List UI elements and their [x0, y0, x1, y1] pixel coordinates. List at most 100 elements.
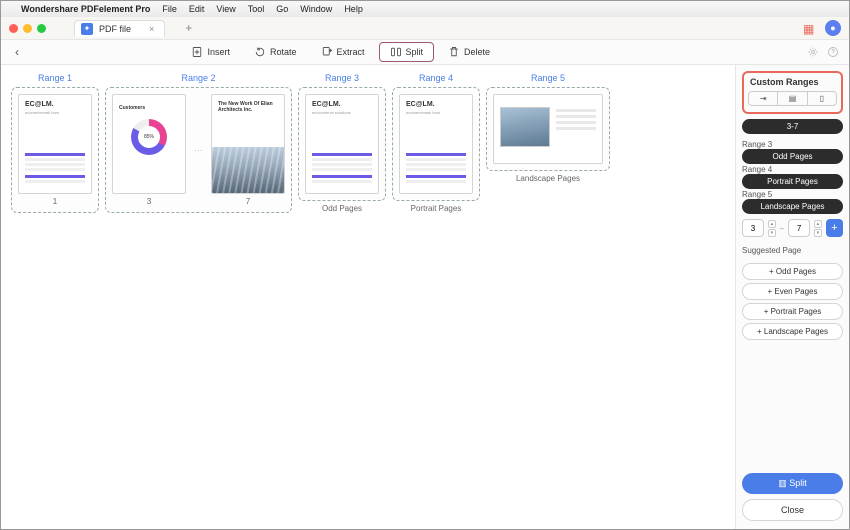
help-icon[interactable]: [827, 46, 839, 58]
extract-icon: [321, 46, 333, 58]
range-dash: –: [780, 224, 784, 233]
extract-button[interactable]: Extract: [311, 42, 375, 62]
range-box[interactable]: EC@LM.ecocomerce solutions: [298, 87, 386, 201]
page-thumb[interactable]: EC@LM.ecomercemak hors: [399, 94, 473, 194]
rotate-icon: [254, 46, 266, 58]
close-tab-icon[interactable]: ×: [149, 24, 154, 34]
zoom-window-icon[interactable]: [37, 24, 46, 33]
split-icon: [390, 46, 402, 58]
page-thumb-col: EC@LM.ecomercemak hors: [399, 94, 473, 194]
suggested-page-button[interactable]: + Portrait Pages: [742, 303, 843, 320]
range-group[interactable]: Range 5Landscape Pages: [486, 73, 610, 213]
from-stepper[interactable]: ▴▾: [768, 220, 776, 237]
window-controls: [9, 24, 46, 33]
close-button[interactable]: Close: [742, 499, 843, 521]
custom-ranges-title: Custom Ranges: [748, 77, 837, 87]
user-avatar[interactable]: ●: [825, 20, 841, 36]
tab-title: PDF file: [99, 24, 131, 34]
seg-page-icon[interactable]: ▤: [778, 92, 807, 105]
split-label: Split: [406, 47, 424, 57]
range-label: Range 4: [742, 165, 843, 174]
range-value-pill[interactable]: Landscape Pages: [742, 199, 843, 214]
range-group[interactable]: Range 2 Customers 3 ··· The New Work Of Elia…: [105, 73, 292, 213]
page-number: 7: [246, 197, 250, 206]
extract-label: Extract: [337, 47, 365, 57]
add-tab-button[interactable]: +: [185, 21, 192, 35]
range-group[interactable]: Range 1 EC@LM.ecomercemak hors 1: [11, 73, 99, 213]
rotate-button[interactable]: Rotate: [244, 42, 307, 62]
range-group[interactable]: Range 4 EC@LM.ecomercemak hors Portrait Pa…: [392, 73, 480, 213]
page-thumb-col: The New Work Of Elian Architects Inc. 7: [211, 94, 285, 206]
active-range-pill[interactable]: 3-7: [742, 119, 843, 134]
range-title: Range 2: [181, 73, 215, 83]
split-sidebar: Custom Ranges ⇥ ▤ ▯ 3-7 Range 3Odd Pages…: [735, 65, 849, 529]
document-tab[interactable]: ✦ PDF file ×: [74, 20, 165, 37]
apps-grid-icon[interactable]: [803, 22, 815, 34]
range-to-input[interactable]: [788, 219, 810, 237]
suggested-page-button[interactable]: + Landscape Pages: [742, 323, 843, 340]
menu-window[interactable]: Window: [300, 4, 332, 14]
page-thumb[interactable]: The New Work Of Elian Architects Inc.: [211, 94, 285, 194]
seg-range-icon[interactable]: ⇥: [749, 92, 778, 105]
trash-icon: [448, 46, 460, 58]
page-thumb-col: EC@LM.ecocomerce solutions: [305, 94, 379, 194]
page-thumb[interactable]: EC@LM.ecomercemak hors: [18, 94, 92, 194]
range-box[interactable]: EC@LM.ecomercemak hors: [392, 87, 480, 201]
settings-icon[interactable]: [807, 46, 819, 58]
seg-bookmark-icon[interactable]: ▯: [808, 92, 836, 105]
delete-button[interactable]: Delete: [438, 42, 500, 62]
app-name[interactable]: Wondershare PDFelement Pro: [21, 4, 150, 14]
mac-menubar: Wondershare PDFelement Pro File Edit Vie…: [1, 1, 849, 17]
minimize-window-icon[interactable]: [23, 24, 32, 33]
close-window-icon[interactable]: [9, 24, 18, 33]
range-title: Range 1: [38, 73, 72, 83]
range-input-row: ▴▾ – ▴▾ +: [742, 219, 843, 237]
menu-view[interactable]: View: [216, 4, 235, 14]
split-action-label: Split: [789, 478, 807, 488]
split-action-icon: ▥: [778, 478, 789, 488]
page-thumb[interactable]: EC@LM.ecocomerce solutions: [305, 94, 379, 194]
insert-button[interactable]: Insert: [181, 42, 240, 62]
range-title: Range 5: [531, 73, 565, 83]
split-action-button[interactable]: ▥ Split: [742, 473, 843, 494]
split-button[interactable]: Split: [379, 42, 435, 62]
suggested-page-button[interactable]: + Odd Pages: [742, 263, 843, 280]
suggested-title: Suggested Page: [742, 246, 843, 255]
add-range-button[interactable]: +: [826, 219, 843, 237]
range-box[interactable]: [486, 87, 610, 171]
range-mode-segment[interactable]: ⇥ ▤ ▯: [748, 91, 837, 106]
menu-tool[interactable]: Tool: [248, 4, 265, 14]
rotate-label: Rotate: [270, 47, 297, 57]
range-caption: Portrait Pages: [411, 204, 462, 213]
page-thumb[interactable]: Customers: [112, 94, 186, 194]
page-thumb-col: EC@LM.ecomercemak hors 1: [18, 94, 92, 206]
page-number: 1: [53, 197, 57, 206]
range-box[interactable]: EC@LM.ecomercemak hors 1: [11, 87, 99, 213]
range-value-pill[interactable]: Odd Pages: [742, 149, 843, 164]
menu-help[interactable]: Help: [344, 4, 363, 14]
range-label: Range 5: [742, 190, 843, 199]
custom-ranges-panel: Custom Ranges ⇥ ▤ ▯: [742, 71, 843, 114]
range-group[interactable]: Range 3EC@LM.ecocomerce solutionsOdd Pag…: [298, 73, 386, 213]
menu-file[interactable]: File: [162, 4, 177, 14]
menu-edit[interactable]: Edit: [189, 4, 205, 14]
back-button[interactable]: ‹: [11, 45, 23, 59]
page-canvas[interactable]: Range 1 EC@LM.ecomercemak hors 1 Range 2 Cus…: [1, 65, 735, 529]
page-thumb[interactable]: [493, 94, 603, 164]
insert-label: Insert: [207, 47, 230, 57]
range-label: Range 3: [742, 140, 843, 149]
range-title: Range 4: [419, 73, 453, 83]
range-value-pill[interactable]: Portrait Pages: [742, 174, 843, 189]
organize-toolbar: ‹ Insert Rotate Extract Split Delete: [1, 39, 849, 65]
to-stepper[interactable]: ▴▾: [814, 220, 822, 237]
pdf-file-icon: ✦: [81, 23, 93, 35]
page-thumb-col: Customers 3: [112, 94, 186, 206]
page-number: 3: [147, 197, 151, 206]
suggested-page-button[interactable]: + Even Pages: [742, 283, 843, 300]
menu-go[interactable]: Go: [276, 4, 288, 14]
range-box[interactable]: Customers 3 ··· The New Work Of Elian Archi…: [105, 87, 292, 213]
delete-label: Delete: [464, 47, 490, 57]
ellipsis-icon: ···: [192, 145, 205, 155]
range-caption: Odd Pages: [322, 204, 362, 213]
range-from-input[interactable]: [742, 219, 764, 237]
